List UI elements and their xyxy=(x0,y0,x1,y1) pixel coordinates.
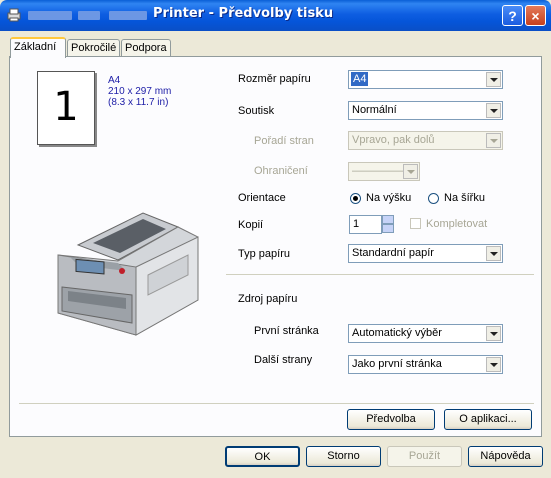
chevron-down-icon[interactable] xyxy=(486,326,501,341)
default-button[interactable]: Předvolba xyxy=(347,409,435,430)
orientation-label: Orientace xyxy=(238,192,286,204)
obscured-title-part xyxy=(109,11,147,20)
increment-arrow-icon[interactable] xyxy=(382,215,394,224)
paper-preview: 1 xyxy=(37,71,95,145)
tab-advanced[interactable]: Pokročilé xyxy=(67,39,120,56)
media-type-value: Standardní papír xyxy=(352,247,434,259)
chevron-down-icon[interactable] xyxy=(486,133,501,148)
apply-button[interactable]: Použít xyxy=(387,446,462,467)
portrait-label[interactable]: Na výšku xyxy=(366,192,411,204)
obscured-title-part xyxy=(28,11,72,20)
window-title: Printer - Předvolby tisku xyxy=(153,6,334,21)
chevron-down-icon[interactable] xyxy=(486,103,501,118)
media-type-label: Typ papíru xyxy=(238,248,290,260)
tab-support[interactable]: Podpora xyxy=(121,39,171,56)
about-button[interactable]: O aplikaci... xyxy=(444,409,532,430)
border-select[interactable]: —————— xyxy=(348,162,420,181)
copies-stepper[interactable] xyxy=(382,215,394,234)
paper-size-value: A4 xyxy=(351,72,369,86)
first-page-source-select[interactable]: Automatický výběr xyxy=(348,324,503,343)
printer-icon xyxy=(7,8,21,22)
close-button[interactable]: × xyxy=(525,5,546,26)
decrement-arrow-icon[interactable] xyxy=(382,224,394,233)
chevron-down-icon[interactable] xyxy=(403,164,418,179)
landscape-label[interactable]: Na šířku xyxy=(444,192,485,204)
chevron-down-icon[interactable] xyxy=(486,357,501,372)
paper-size-inches: (8.3 x 11.7 in) xyxy=(108,97,169,108)
paper-size-mm: 210 x 297 mm xyxy=(108,86,172,97)
ok-button[interactable]: OK xyxy=(225,446,300,467)
first-page-source-value: Automatický výběr xyxy=(352,327,442,339)
other-pages-label: Další strany xyxy=(254,354,313,366)
divider xyxy=(226,274,534,275)
help-button[interactable]: ? xyxy=(502,5,523,26)
media-type-select[interactable]: Standardní papír xyxy=(348,244,503,263)
print-quality-value: Normální xyxy=(352,104,397,116)
chevron-down-icon[interactable] xyxy=(486,246,501,261)
help-dialog-button[interactable]: Nápověda xyxy=(468,446,543,467)
portrait-radio[interactable] xyxy=(350,193,361,204)
collate-checkbox[interactable] xyxy=(410,218,421,229)
printer-illustration xyxy=(57,212,199,336)
paper-source-heading: Zdroj papíru xyxy=(238,293,298,305)
paper-size-label: Rozměr papíru xyxy=(238,73,311,85)
page-order-label: Pořadí stran xyxy=(254,135,314,147)
collate-label: Kompletovat xyxy=(426,218,488,230)
first-page-label: První stránka xyxy=(254,325,319,337)
border-label: Ohraničení xyxy=(254,165,308,177)
divider xyxy=(19,403,534,404)
page-count: 1 xyxy=(53,84,79,130)
print-preferences-dialog: Printer - Předvolby tisku ? × Základní P… xyxy=(0,0,551,478)
cancel-button[interactable]: Storno xyxy=(306,446,381,467)
print-quality-select[interactable]: Normální xyxy=(348,101,503,120)
copies-label: Kopií xyxy=(238,219,264,231)
tab-basic[interactable]: Základní xyxy=(10,37,66,58)
copies-input[interactable]: 1 xyxy=(349,215,382,234)
page-order-value: Vpravo, pak dolů xyxy=(352,134,435,146)
copies-value: 1 xyxy=(353,218,360,230)
page-order-select[interactable]: Vpravo, pak dolů xyxy=(348,131,503,150)
other-pages-source-select[interactable]: Jako první stránka xyxy=(348,355,503,374)
paper-size-select[interactable]: A4 xyxy=(348,70,503,89)
title-bar[interactable]: Printer - Předvolby tisku ? × xyxy=(0,0,551,31)
print-quality-label: Soutisk xyxy=(238,105,275,117)
other-pages-source-value: Jako první stránka xyxy=(352,358,442,370)
landscape-radio[interactable] xyxy=(428,193,439,204)
obscured-title-part xyxy=(78,11,100,20)
paper-size-name: A4 xyxy=(108,75,121,86)
chevron-down-icon[interactable] xyxy=(486,72,501,87)
paper-info: A4 210 x 297 mm (8.3 x 11.7 in) xyxy=(108,75,171,108)
